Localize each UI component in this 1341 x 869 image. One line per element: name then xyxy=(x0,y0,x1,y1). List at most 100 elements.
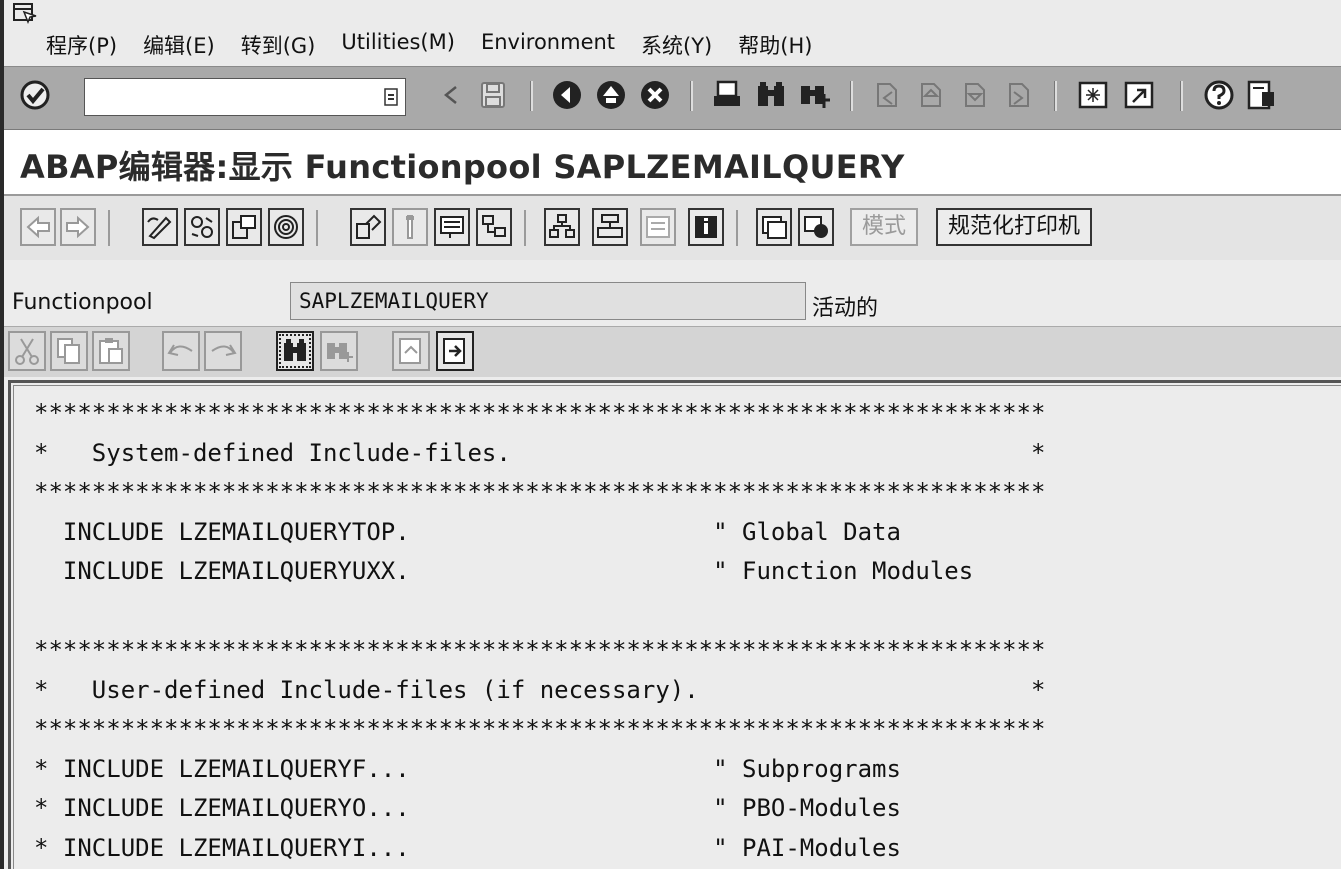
exit-icon[interactable] xyxy=(594,78,628,112)
cancel-icon[interactable] xyxy=(638,78,672,112)
tree-icon xyxy=(482,215,506,237)
shortcut-icon[interactable] xyxy=(1122,78,1156,112)
object-list-button[interactable] xyxy=(476,208,512,246)
monitor-icon xyxy=(440,216,464,238)
breakpoint-button[interactable] xyxy=(798,208,834,246)
pretty-printer-button[interactable]: 规范化打印机 xyxy=(936,208,1093,246)
code-line[interactable]: ****************************************… xyxy=(34,710,1045,750)
scissors-icon xyxy=(15,338,39,365)
navigation-window-button[interactable] xyxy=(544,208,580,246)
code-line[interactable] xyxy=(34,592,1045,632)
spiral-icon xyxy=(274,215,298,239)
menu-system[interactable]: 系统(Y) xyxy=(641,30,712,60)
where-used-icon xyxy=(406,215,414,239)
help-icon[interactable] xyxy=(1202,78,1236,112)
enhance-button[interactable] xyxy=(640,208,676,246)
binoculars-plus-icon xyxy=(327,343,353,362)
redo-icon xyxy=(211,344,237,356)
command-field[interactable] xyxy=(84,78,406,116)
forward-nav-button[interactable] xyxy=(60,208,96,246)
menu-help[interactable]: 帮助(H) xyxy=(738,30,812,60)
info-button[interactable] xyxy=(688,208,724,246)
menu-program[interactable]: 程序(P) xyxy=(46,30,117,60)
code-line[interactable]: ****************************************… xyxy=(34,394,1045,434)
status-label: 活动的 xyxy=(812,296,879,321)
menu-utilities[interactable]: Utilities(M) xyxy=(341,30,455,60)
where-used-button[interactable] xyxy=(392,208,428,246)
toolbar-separator xyxy=(524,210,526,246)
print-icon[interactable] xyxy=(710,78,744,112)
previous-page-icon[interactable] xyxy=(914,78,948,112)
back-arrow-icon[interactable] xyxy=(434,78,468,112)
last-page-icon[interactable] xyxy=(1002,78,1036,112)
toolbar-separator xyxy=(316,210,318,246)
binoculars-icon xyxy=(284,339,306,361)
paste-icon xyxy=(99,338,123,364)
redo-button[interactable] xyxy=(204,331,242,371)
code-line[interactable]: * System-defined Include-files. * xyxy=(34,434,1045,474)
first-page-icon[interactable] xyxy=(870,78,904,112)
import-icon xyxy=(399,338,421,364)
upload-button[interactable] xyxy=(392,331,430,371)
arrow-left-icon xyxy=(26,215,50,239)
page-title: ABAP编辑器:显示 Functionpool SAPLZEMAILQUERY xyxy=(20,148,905,186)
toolbar-separator xyxy=(850,81,853,111)
copy-button[interactable] xyxy=(50,331,88,371)
menu-edit[interactable]: 编辑(E) xyxy=(143,30,215,60)
toolbar-separator xyxy=(530,81,533,111)
title-bar: ABAP编辑器:显示 Functionpool SAPLZEMAILQUERY xyxy=(4,130,1341,196)
arrow-right-icon xyxy=(66,215,90,239)
pencil-glasses-icon xyxy=(147,216,172,240)
cut-button[interactable] xyxy=(8,331,46,371)
code-line[interactable]: * INCLUDE LZEMAILQUERYO... " PBO-Modules xyxy=(34,789,1045,829)
info-icon xyxy=(695,216,717,238)
copy-icon xyxy=(57,338,80,364)
code-editor[interactable]: ****************************************… xyxy=(8,380,1341,869)
activate-button[interactable] xyxy=(350,208,386,246)
command-input[interactable] xyxy=(85,79,373,115)
menu-environment[interactable]: Environment xyxy=(481,30,615,60)
menu-items: 程序(P) 编辑(E) 转到(G) Utilities(M) Environme… xyxy=(46,30,838,60)
app-menu-icon[interactable] xyxy=(12,2,38,24)
display-change-button[interactable] xyxy=(142,208,178,246)
check-button[interactable] xyxy=(268,208,304,246)
menu-goto[interactable]: 转到(G) xyxy=(241,30,316,60)
save-icon[interactable] xyxy=(476,78,510,112)
toolbar-separator xyxy=(736,210,738,246)
windows-icon xyxy=(762,216,787,239)
code-line[interactable]: ****************************************… xyxy=(34,473,1045,513)
code-line[interactable]: * INCLUDE LZEMAILQUERYI... " PAI-Modules xyxy=(34,829,1045,869)
back-nav-button[interactable] xyxy=(20,208,56,246)
activate-icon xyxy=(356,214,382,239)
system-toolbar xyxy=(4,66,1341,131)
new-session-icon[interactable] xyxy=(1076,78,1110,112)
code-line[interactable]: * INCLUDE LZEMAILQUERYF... " Subprograms xyxy=(34,750,1045,790)
search-next-button[interactable] xyxy=(320,331,358,371)
code-content[interactable]: ****************************************… xyxy=(34,394,1045,868)
download-button[interactable] xyxy=(436,331,474,371)
test-button[interactable] xyxy=(434,208,470,246)
help-on-button[interactable] xyxy=(756,208,792,246)
other-object-button[interactable] xyxy=(226,208,262,246)
pattern-button[interactable] xyxy=(592,208,628,246)
next-page-icon[interactable] xyxy=(958,78,992,112)
undo-icon xyxy=(167,344,193,356)
active-inactive-button[interactable] xyxy=(184,208,220,246)
search-button[interactable] xyxy=(276,331,314,371)
code-line[interactable]: INCLUDE LZEMAILQUERYUXX. " Function Modu… xyxy=(34,552,1045,592)
toolbar-separator xyxy=(1054,81,1057,111)
mode-button[interactable]: 模式 xyxy=(850,208,919,246)
paste-button[interactable] xyxy=(92,331,130,371)
undo-button[interactable] xyxy=(162,331,200,371)
find-next-icon[interactable] xyxy=(798,78,832,112)
enter-check-icon[interactable] xyxy=(18,78,52,112)
code-line[interactable]: * User-defined Include-files (if necessa… xyxy=(34,671,1045,711)
find-icon[interactable] xyxy=(754,78,788,112)
code-line[interactable]: ****************************************… xyxy=(34,631,1045,671)
layout-menu-icon[interactable] xyxy=(1244,78,1278,112)
switch-icon xyxy=(191,216,213,238)
dropdown-icon[interactable] xyxy=(383,87,399,107)
code-line[interactable]: INCLUDE LZEMAILQUERYTOP. " Global Data xyxy=(34,513,1045,553)
export-icon xyxy=(443,338,465,364)
back-icon[interactable] xyxy=(550,78,584,112)
